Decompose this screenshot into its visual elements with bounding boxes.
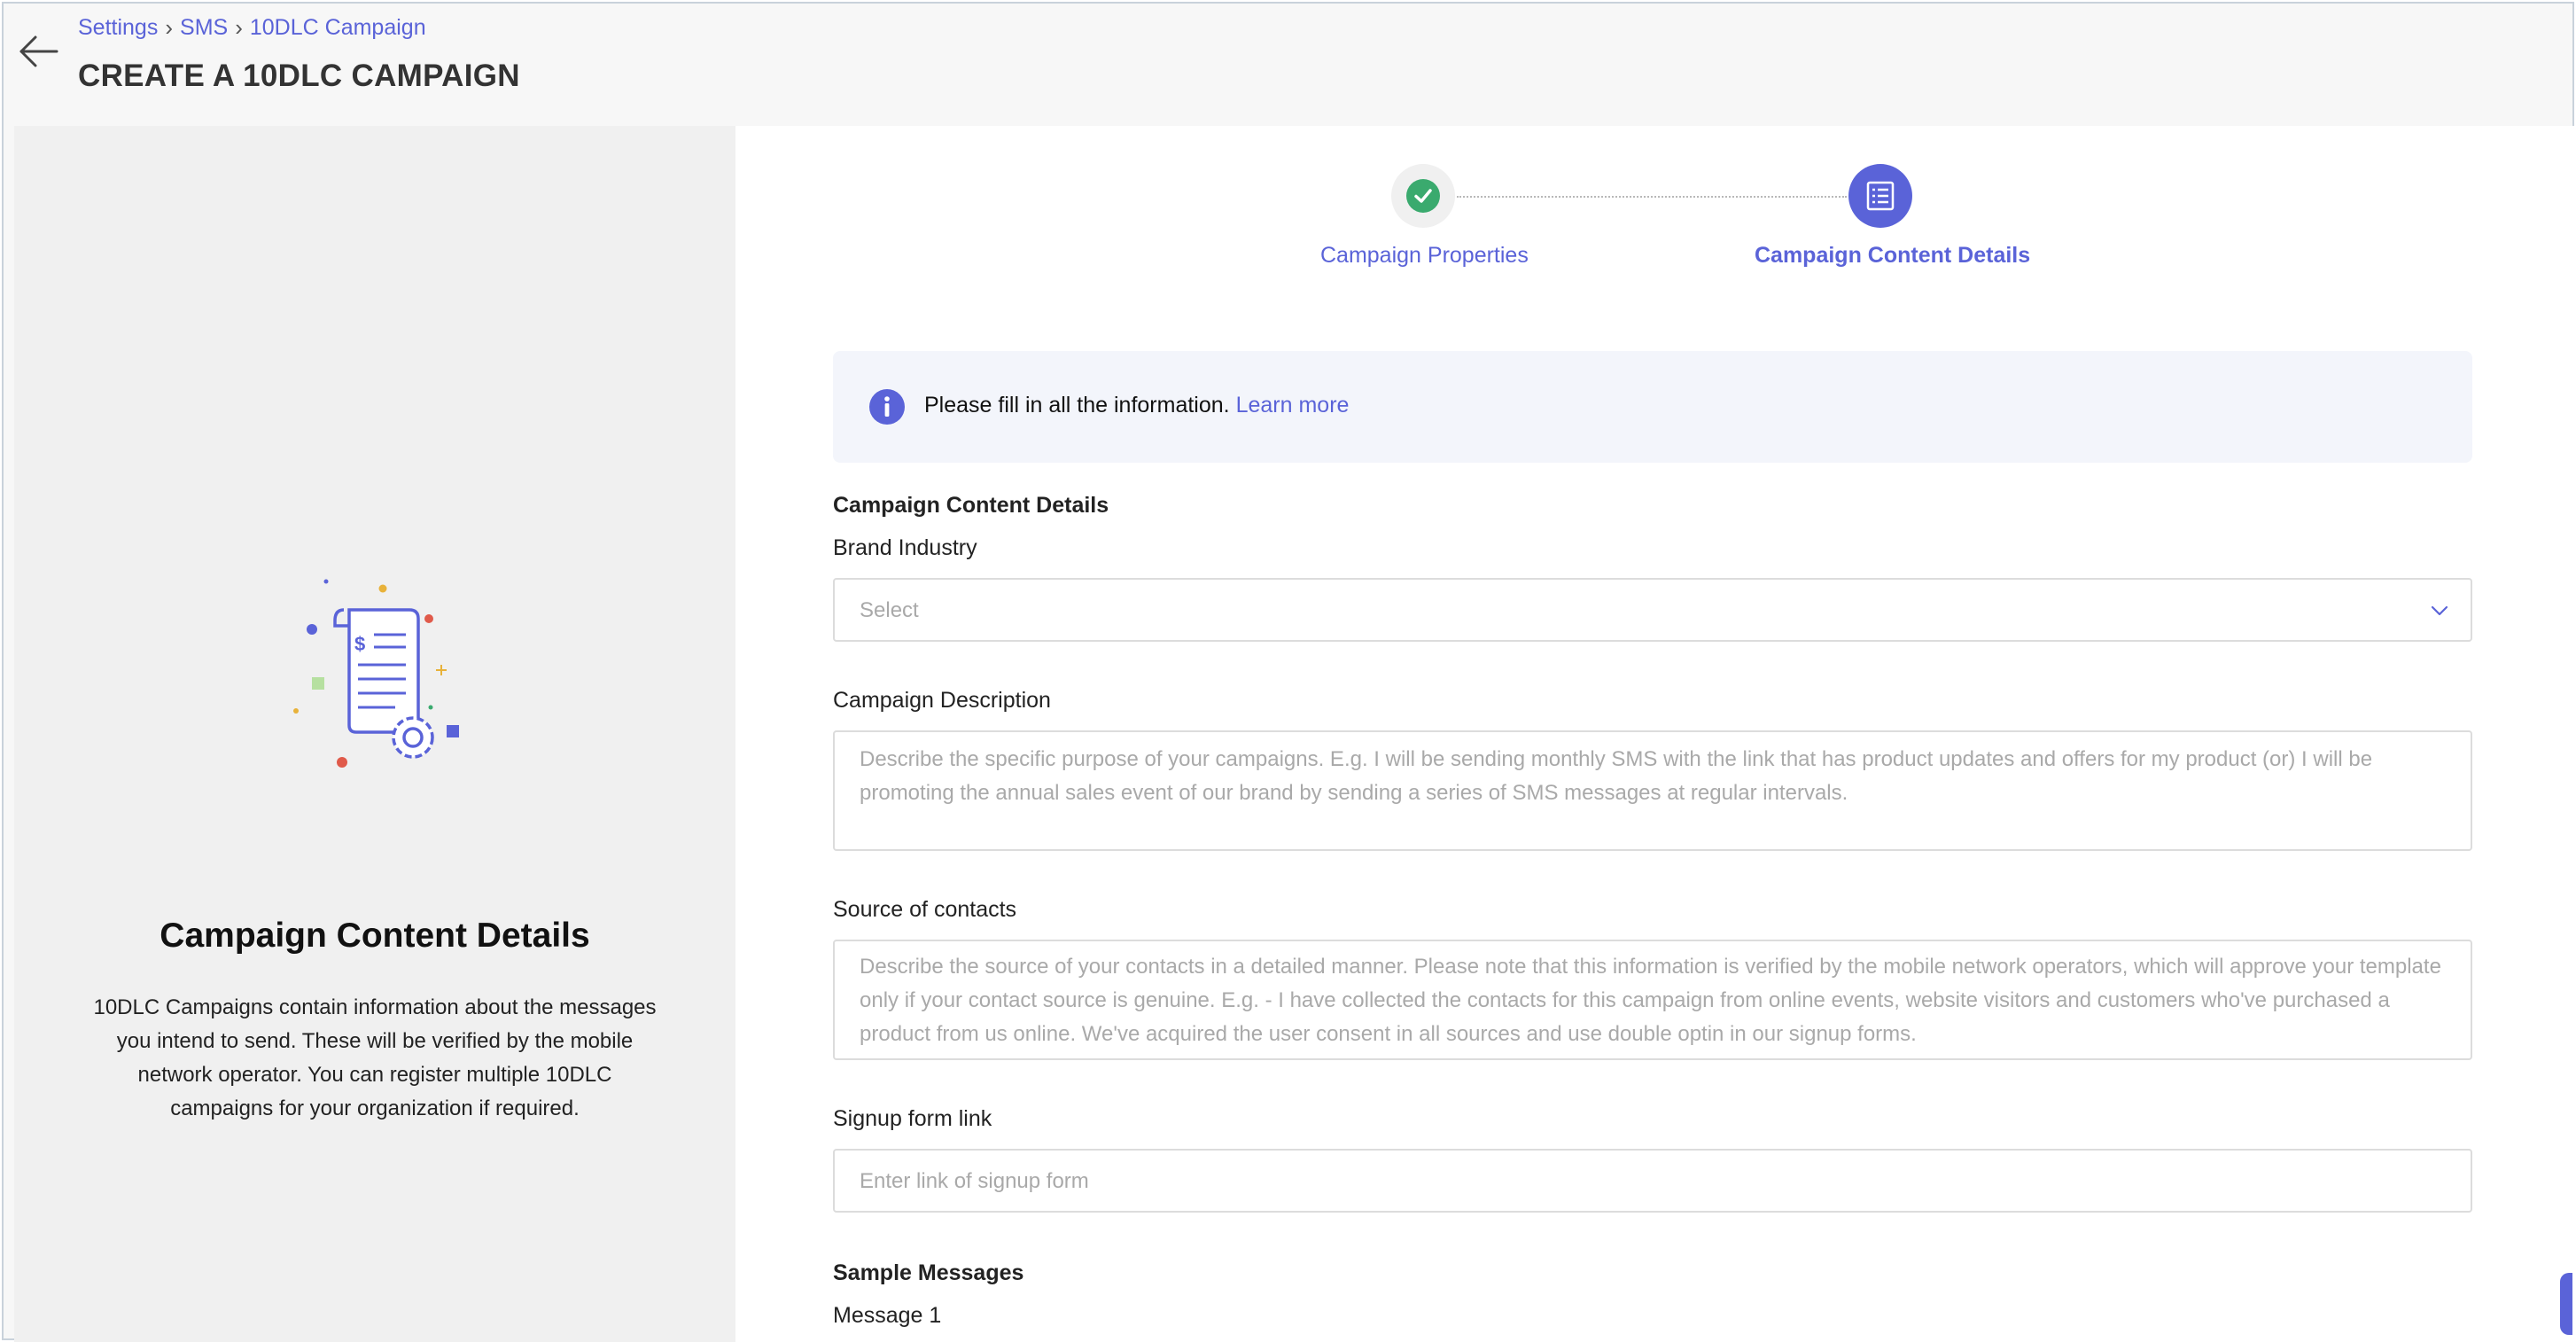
sample-messages-title: Sample Messages	[833, 1260, 1024, 1285]
signup-form-link-placeholder: Enter link of signup form	[860, 1169, 1089, 1193]
breadcrumb-separator: ›	[165, 14, 174, 41]
breadcrumb: Settings › SMS › 10DLC Campaign	[78, 14, 426, 42]
check-icon	[1414, 189, 1432, 203]
dollar-symbol: $	[354, 633, 365, 655]
campaign-description-textarea[interactable]: Describe the specific purpose of your ca…	[833, 730, 2472, 851]
signup-form-link-input[interactable]: Enter link of signup form	[833, 1149, 2472, 1213]
campaign-description-label: Campaign Description	[833, 688, 1051, 713]
message-1-label: Message 1	[833, 1303, 942, 1328]
breadcrumb-10dlc-campaign[interactable]: 10DLC Campaign	[250, 15, 426, 41]
info-message: Please fill in all the information.	[924, 393, 1230, 417]
section-title: Campaign Content Details	[833, 493, 1109, 518]
source-of-contacts-label: Source of contacts	[833, 897, 1017, 922]
step-connector	[1457, 196, 1847, 198]
breadcrumb-separator: ›	[235, 14, 243, 41]
back-button[interactable]	[16, 34, 62, 69]
left-panel-description: 10DLC Campaigns contain information abou…	[93, 995, 657, 1120]
arrow-left-icon	[19, 35, 58, 67]
brand-industry-select[interactable]: Select	[833, 578, 2472, 642]
chevron-down-icon	[2431, 605, 2448, 616]
info-icon	[869, 389, 905, 425]
source-of-contacts-textarea[interactable]: Describe the source of your contacts in …	[833, 940, 2472, 1060]
campaign-description-placeholder: Describe the specific purpose of your ca…	[860, 747, 2373, 805]
learn-more-link[interactable]: Learn more	[1236, 393, 1350, 417]
stepper: Campaign Properties Campaign Content Det…	[735, 126, 2576, 285]
breadcrumb-sms[interactable]: SMS	[180, 15, 228, 41]
info-banner: Please fill in all the information. Lear…	[833, 351, 2472, 463]
step-content-details[interactable]	[1848, 164, 1912, 228]
left-panel-title: Campaign Content Details	[160, 917, 590, 955]
campaign-document-illustration: $	[293, 579, 459, 768]
app-frame: Settings › SMS › 10DLC Campaign CREATE A…	[2, 2, 2576, 1342]
step-properties-label[interactable]: Campaign Properties	[1320, 243, 1529, 269]
page-title: CREATE A 10DLC CAMPAIGN	[78, 59, 520, 93]
step-content-details-label[interactable]: Campaign Content Details	[1755, 243, 2030, 269]
signup-form-link-label: Signup form link	[833, 1106, 992, 1131]
step-properties[interactable]	[1391, 164, 1455, 228]
brand-industry-label: Brand Industry	[833, 535, 977, 560]
form-panel: Campaign Properties Campaign Content Det…	[735, 126, 2576, 1342]
brand-industry-placeholder: Select	[860, 598, 919, 622]
source-of-contacts-placeholder: Describe the source of your contacts in …	[860, 955, 2441, 1046]
list-icon	[1866, 181, 1895, 211]
breadcrumb-settings[interactable]: Settings	[78, 15, 158, 41]
chat-widget-tab[interactable]	[2560, 1273, 2572, 1335]
left-info-panel: $ Campaign Content Details 10DLC Campaig…	[14, 126, 735, 1342]
info-text: Please fill in all the information. Lear…	[924, 393, 1349, 418]
